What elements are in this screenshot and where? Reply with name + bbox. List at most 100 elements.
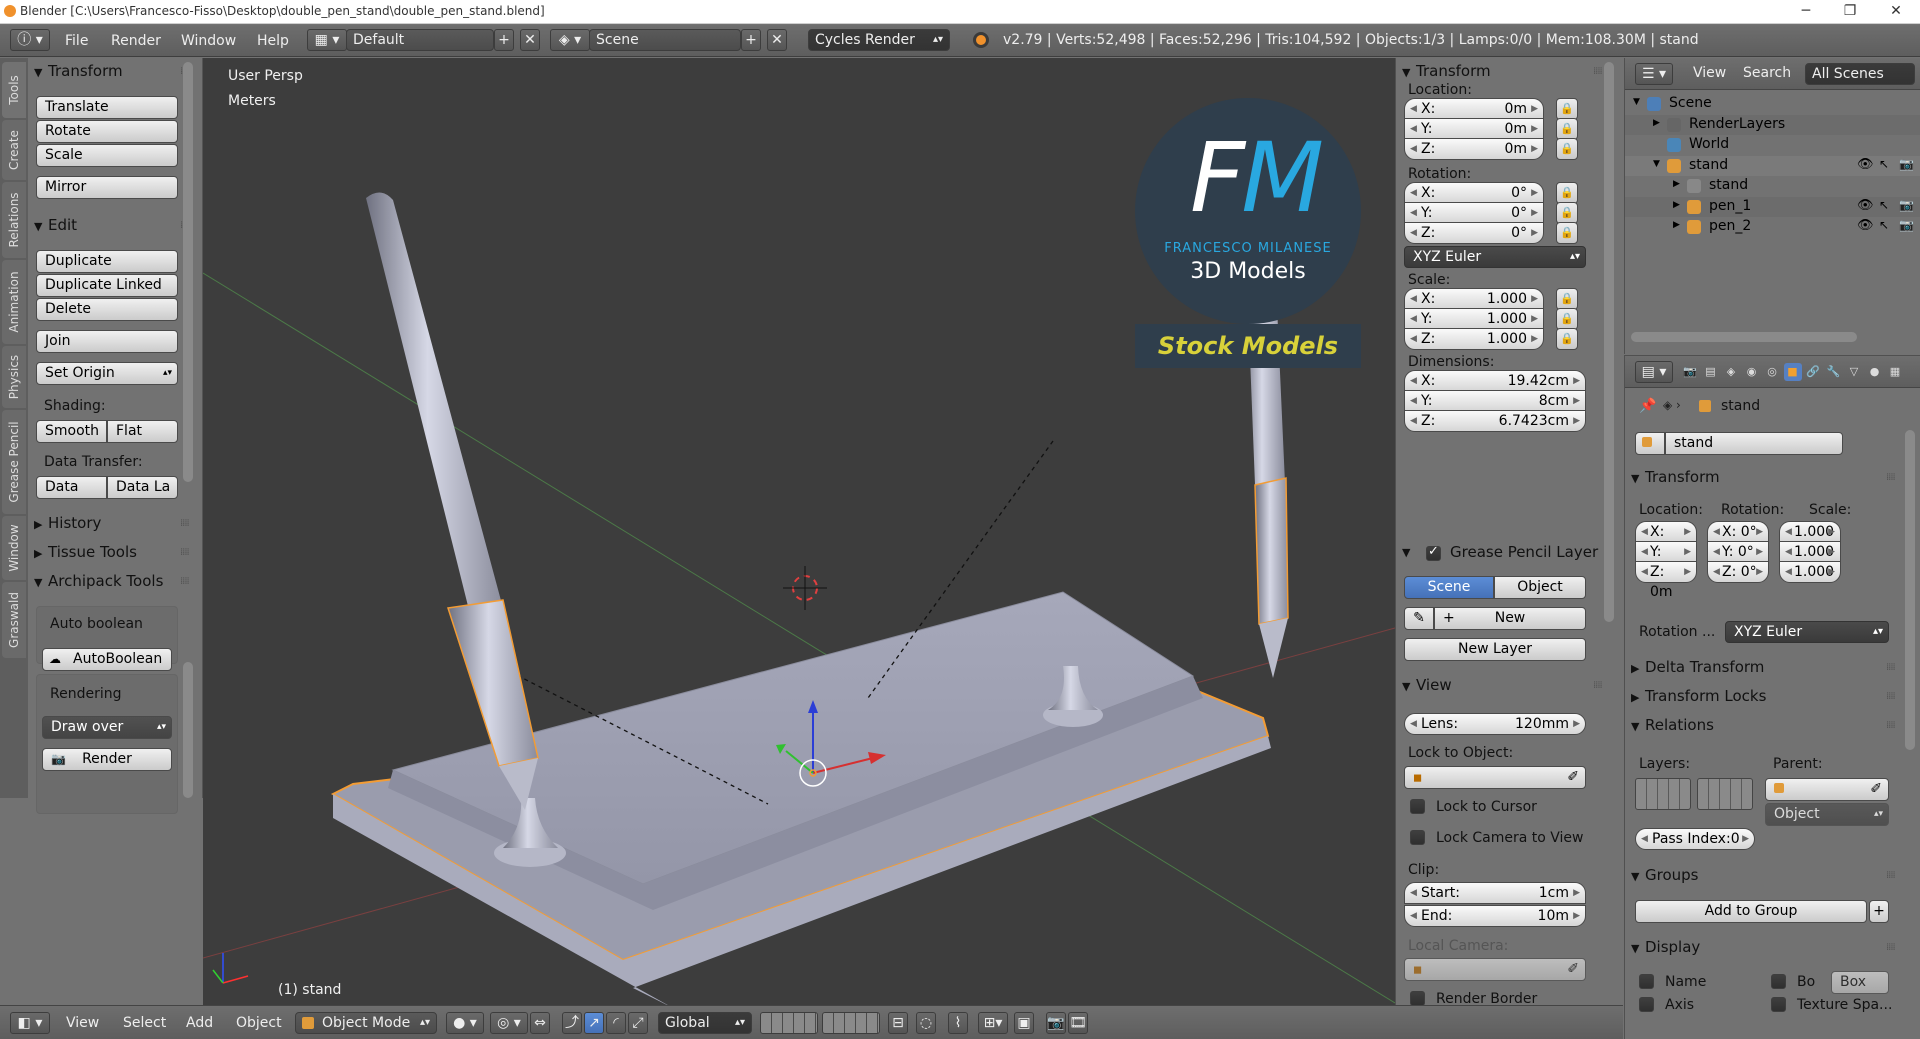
pin-icon[interactable]: 📌 — [1639, 398, 1656, 414]
lock-icon[interactable]: 🔒 — [1556, 308, 1578, 330]
outliner-menu-search[interactable]: Search — [1743, 65, 1791, 81]
scene-layers-grid-2[interactable] — [822, 1012, 880, 1034]
outliner-scrollbar[interactable] — [1631, 332, 1857, 342]
display-bounds-checkbox[interactable] — [1771, 974, 1786, 989]
pass-index-field[interactable]: ◀ Pass Index:0 ▶ — [1635, 828, 1755, 850]
3d-view-editor-icon[interactable]: ◧ ▾ — [10, 1012, 50, 1034]
drag-grip-icon[interactable]: ⁞⁞⁞⁞ — [1886, 662, 1900, 673]
render-image-icon[interactable]: 📷 — [1046, 1012, 1066, 1034]
local-camera-field[interactable]: ◼ ✐ — [1404, 958, 1586, 981]
add-group-icon[interactable]: + — [1869, 900, 1889, 923]
screen-layout-field[interactable]: Default — [346, 29, 494, 51]
rotation-mode-select[interactable]: XYZ Euler ▴▾ — [1404, 246, 1586, 268]
pivot-point-icon[interactable]: ◎ ▾ — [490, 1012, 528, 1034]
add-menu[interactable]: Add — [186, 1015, 213, 1031]
location-field-x[interactable]: ◀ X: 0m ▶ — [1404, 98, 1544, 120]
tab-physics[interactable]: Physics — [2, 346, 26, 408]
outliner-expand-icon[interactable]: ▶ — [1673, 179, 1680, 189]
drag-grip-icon[interactable]: ⁞⁞⁞⁞ — [1886, 870, 1900, 881]
autoboolean-button[interactable]: ☁ AutoBoolean — [42, 648, 172, 671]
pencil-icon[interactable]: ✎ — [1404, 607, 1434, 630]
lock-icon[interactable]: 🔒 — [1556, 138, 1578, 160]
outliner-editor-icon[interactable]: ☰ ▾ — [1635, 63, 1673, 85]
toolshelf-scrollbar[interactable] — [183, 62, 193, 482]
remove-scene-icon[interactable]: ✕ — [767, 29, 787, 51]
outliner-row[interactable]: ▶ RenderLayers — [1625, 114, 1920, 135]
scale-field-y[interactable]: ◀ Y: 1.000 ▶ — [1404, 308, 1544, 330]
tab-create[interactable]: Create — [2, 120, 26, 180]
lock-icon[interactable]: 🔒 — [1556, 118, 1578, 140]
menu-render[interactable]: Render — [111, 33, 161, 49]
object-name-field[interactable]: stand — [1665, 432, 1843, 455]
toolshelf-scrollbar-lower[interactable] — [183, 662, 193, 798]
material-tab-icon[interactable]: ● — [1866, 363, 1884, 381]
render-animation-icon[interactable]: 🎞 — [1068, 1012, 1088, 1034]
add-scene-icon[interactable]: + — [741, 29, 761, 51]
render-button[interactable]: 📷 Render — [42, 748, 172, 771]
translate-manipulator-icon[interactable]: ⤴ — [562, 1012, 582, 1034]
render-camera-icon[interactable]: 📷 — [1899, 157, 1914, 171]
close-window-button[interactable]: ✕ — [1876, 0, 1916, 24]
scene-icon[interactable]: ◈ ▾ — [550, 29, 590, 51]
outliner-expand-icon[interactable]: ▼ — [1633, 97, 1640, 107]
scale-field-x[interactable]: ◀ X: 1.000 ▶ — [1404, 288, 1544, 310]
constraints-tab-icon[interactable]: 🔗 — [1804, 363, 1822, 381]
layer-lock-icon[interactable]: ⊟ — [888, 1012, 908, 1034]
dimensions-field-y[interactable]: ◀ Y: 8cm ▶ — [1404, 390, 1586, 412]
layers-grid-2[interactable] — [1697, 778, 1753, 810]
3d-viewport[interactable]: User Persp Meters (1) stand FM FRANCESCO… — [203, 58, 1395, 1005]
clip-start-field[interactable]: ◀ Start: 1cm ▶ — [1404, 882, 1586, 904]
set-origin-select[interactable]: Set Origin ▴▾ — [36, 362, 178, 385]
translate-button[interactable]: Translate — [36, 96, 178, 119]
grease-pencil-header[interactable]: ▼ — [1402, 542, 1416, 560]
scale-mode-icon[interactable]: ⤢ — [628, 1012, 648, 1034]
grease-object-button[interactable]: Object — [1494, 576, 1586, 599]
object-menu[interactable]: Object — [236, 1015, 282, 1031]
drag-grip-icon[interactable]: ⁞⁞⁞⁞ — [1593, 680, 1607, 691]
outliner-row[interactable]: ▶ stand — [1625, 176, 1920, 196]
editor-type-info-icon[interactable]: ⓘ ▾ — [10, 29, 50, 51]
scene-tab-icon[interactable]: ◈ — [1722, 363, 1740, 381]
panel-tissue-header[interactable]: ▶ Tissue Tools — [34, 543, 137, 561]
render-camera-icon[interactable]: 📷 — [1899, 218, 1914, 232]
lock-to-cursor-checkbox[interactable] — [1410, 799, 1425, 814]
npanel-scrollbar[interactable] — [1604, 62, 1614, 622]
screen-layout-icon[interactable]: ▦ ▾ — [307, 29, 347, 51]
props-scl-field[interactable]: ◀ 1.000 ▶ — [1779, 541, 1841, 563]
outliner-row[interactable]: ▼ stand 👁 ↖ 📷 — [1625, 155, 1920, 176]
proportional-edit-icon[interactable]: ◌ — [916, 1012, 936, 1034]
selectability-cursor-icon[interactable]: ↖ — [1879, 198, 1889, 212]
outliner-row[interactable]: World — [1625, 135, 1920, 155]
add-layout-icon[interactable]: + — [494, 29, 514, 51]
display-name-checkbox[interactable] — [1639, 974, 1654, 989]
scale-button[interactable]: Scale — [36, 144, 178, 167]
tab-animation[interactable]: Animation — [2, 260, 26, 344]
object-datablock-icon[interactable] — [1635, 432, 1665, 455]
groups-header[interactable]: ▼ Groups — [1631, 866, 1698, 884]
display-axis-checkbox[interactable] — [1639, 997, 1654, 1012]
mirror-button[interactable]: Mirror — [36, 176, 178, 199]
rotation-field-z[interactable]: ◀ Z: 0° ▶ — [1404, 222, 1544, 244]
flat-button[interactable]: Flat — [107, 420, 178, 443]
new-layer-button[interactable]: New Layer — [1404, 638, 1586, 661]
drag-grip-icon[interactable]: ⁞⁞⁞⁞ — [1886, 942, 1900, 953]
dimensions-field-x[interactable]: ◀ X: 19.42cm ▶ — [1404, 370, 1586, 392]
menu-window[interactable]: Window — [181, 33, 236, 49]
add-to-group-button[interactable]: Add to Group — [1635, 900, 1867, 923]
snap-element-icon[interactable]: ⊞▾ — [978, 1012, 1008, 1034]
drag-grip-icon[interactable]: ⁞⁞⁞⁞ — [1886, 720, 1900, 731]
duplicate-linked-button[interactable]: Duplicate Linked — [36, 274, 178, 297]
lock-icon[interactable]: 🔒 — [1556, 288, 1578, 310]
menu-file[interactable]: File — [65, 33, 88, 49]
props-rot-field[interactable]: ◀ Y: 0° ▶ — [1707, 541, 1769, 563]
outliner-expand-icon[interactable]: ▼ — [1653, 159, 1660, 169]
panel-transform-header[interactable]: ▼ Transform — [34, 62, 123, 80]
npanel-transform-header[interactable]: ▼ Transform — [1402, 62, 1491, 80]
panel-archipack-header[interactable]: ▼ Archipack Tools — [34, 572, 163, 590]
lock-object-field[interactable]: ◼ ✐ — [1404, 766, 1586, 789]
props-loc-field[interactable]: ◀Y: 0m▶ — [1635, 541, 1697, 580]
manipulator-toggle-icon[interactable]: ⇔ — [530, 1012, 550, 1034]
delta-transform-header[interactable]: ▶ Delta Transform — [1631, 658, 1764, 676]
rotation-field-y[interactable]: ◀ Y: 0° ▶ — [1404, 202, 1544, 224]
drag-grip-icon[interactable]: ⁞⁞⁞⁞ — [1886, 691, 1900, 702]
